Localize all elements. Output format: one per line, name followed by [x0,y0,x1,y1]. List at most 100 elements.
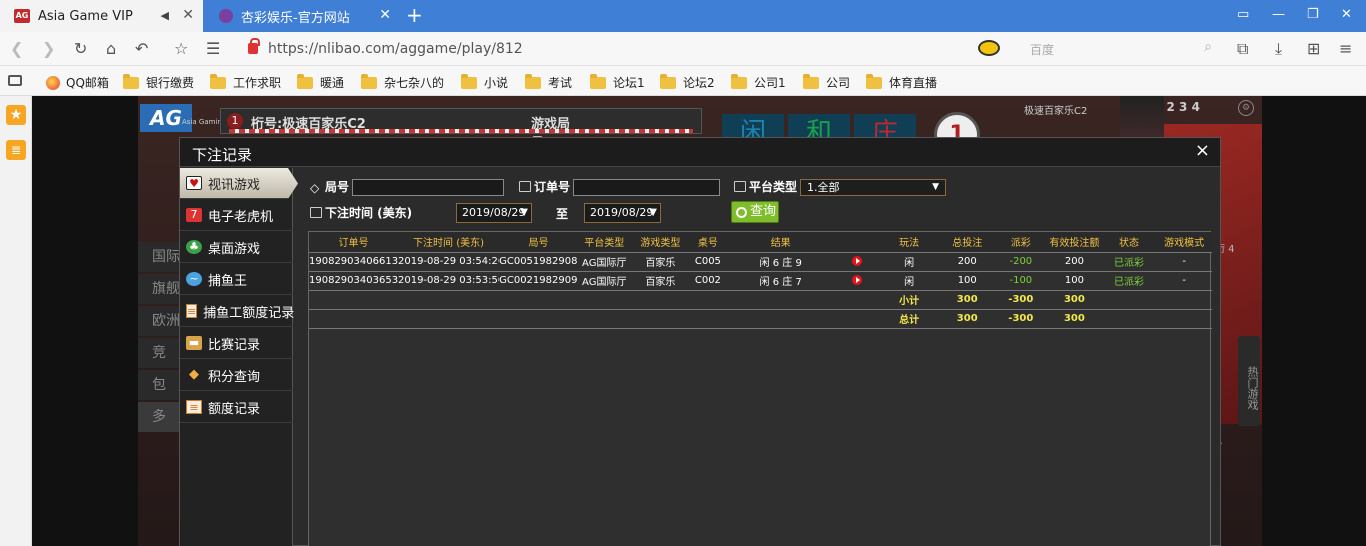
menu-icon[interactable]: ≡ [1339,39,1352,58]
download-icon[interactable]: ⤓ [1275,39,1282,59]
bookmark-company[interactable]: 公司 [803,73,850,91]
new-tab-icon[interactable]: + [406,4,423,26]
tab-list-icon[interactable]: ▭ [1237,7,1249,22]
extension-bee-icon[interactable] [978,40,1000,56]
menu-item-credit-records[interactable]: ≡ 额度记录 [180,392,293,423]
total-valid-bet: 300 [1047,309,1102,329]
bookmark-forum1[interactable]: 论坛1 [590,73,645,91]
tab-title: Asia Game VIP [38,8,133,24]
lobby-item[interactable]: 国际 [138,242,182,272]
reading-list-icon[interactable]: ☰ [206,39,220,58]
empty-cell [309,290,879,310]
search-icon[interactable]: ⌕ [1204,39,1212,55]
cell-game-type: 百家乐 [630,252,691,272]
menu-item-live-games[interactable]: ♥ 视讯游戏 [180,168,298,199]
menu-item-slots[interactable]: 7 电子老虎机 [180,200,293,231]
query-button[interactable]: 查询 [731,201,779,223]
address-bar[interactable]: https://nlibao.com/aggame/play/812 [242,36,972,62]
bookmark-sports-live[interactable]: 体育直播 [866,73,937,91]
apps-grid-icon[interactable]: ⊞ [1307,39,1320,58]
date-to-picker[interactable]: 2019/08/29 ▼ [584,203,661,223]
cell-payout: -200 [994,252,1048,272]
col-round-no: 局号 [499,232,578,253]
lobby-item[interactable]: 包 [138,370,182,400]
close-tab-icon[interactable]: ✕ [182,7,194,23]
favorite-star-icon[interactable]: ☆ [174,39,188,58]
restore-icon[interactable]: ❐ [1307,7,1319,22]
forward-icon[interactable]: ❯ [42,39,55,58]
cell-result: 闲 6 庄 7 [725,271,836,291]
bookmark-qq-mail[interactable]: QQ邮箱 [46,74,109,91]
menu-item-points-query[interactable]: ◆ 积分查询 [180,360,293,391]
order-input[interactable] [573,179,720,196]
close-dialog-button[interactable]: × [1195,141,1210,161]
tab-asia-game-vip[interactable]: AG Asia Game VIP ◀ ✕ [0,0,203,32]
record-content: ◇ 局号 订单号 平台类型 1.全部 ▼ 下注时间 (美东) 2019/08/29 ▼… [294,168,1220,546]
cell-bet-time: 2019-08-29 03:53:50 [397,271,500,291]
col-replay [835,232,879,253]
round-input[interactable] [352,179,504,196]
close-window-icon[interactable]: ✕ [1341,7,1352,22]
back-icon[interactable]: ❮ [10,39,23,58]
close-tab-icon[interactable]: ✕ [379,7,391,23]
bet-record-dialog: 下注记录 × ♥ 视讯游戏 7 电子老虎机 ♣ 桌面游戏 ~ 捕鱼王 ≡ 捕鱼工额度记录 … [179,137,1221,546]
col-order-no: 订单号 [309,232,398,253]
game-lobby-strip: 国际 旗舰 欧洲 竞 包 多 [138,152,182,546]
table-row[interactable]: 190829034036533 2019-08-29 03:53:50 GC00… [309,271,1212,291]
bookmark-misc[interactable]: 杂七杂八的 [361,73,444,91]
folder-icon [525,73,541,89]
menu-item-table-games[interactable]: ♣ 桌面游戏 [180,232,293,263]
subtotal-bet: 300 [939,290,995,310]
tab-xingcai[interactable]: 杏彩娱乐-官方网站 ✕ [205,0,400,32]
site-favicon [219,9,233,23]
folder-icon [461,73,477,89]
home-icon[interactable]: ⌂ [106,39,116,58]
minimize-icon[interactable]: — [1272,7,1285,22]
menu-item-fishing-credit-log[interactable]: ≡ 捕鱼工额度记录 [180,296,294,327]
col-game-type: 游戏类型 [630,232,691,253]
screenshot-icon[interactable]: ⧉ [1237,39,1248,59]
cell-total-bet: 100 [939,271,995,291]
hot-games-tab[interactable]: 热门游戏 [1238,336,1260,426]
sidebar-toggle-icon[interactable] [8,75,22,86]
lobby-item[interactable]: 竞 [138,338,182,368]
document-icon: ≡ [186,400,202,414]
bookmark-hvac[interactable]: 暖通 [297,73,344,91]
cell-table-no: C002 [690,271,726,291]
bookmark-exams[interactable]: 考试 [525,73,572,91]
col-payout: 派彩 [994,232,1048,253]
bookmark-forum2[interactable]: 论坛2 [660,73,715,91]
cell-game-mode: - [1156,271,1212,291]
folder-icon [210,73,226,89]
play-replay-icon[interactable] [852,255,863,266]
mute-icon[interactable]: ◀ [161,9,169,22]
cards-icon: ♥ [186,176,202,190]
undo-icon[interactable]: ↶ [135,39,148,58]
play-replay-icon[interactable] [852,274,863,285]
bookmark-company1[interactable]: 公司1 [731,73,786,91]
reload-icon[interactable]: ↻ [74,39,87,58]
menu-item-match-records[interactable]: ▬ 比赛记录 [180,328,293,359]
search-icon [736,206,747,218]
table-row[interactable]: 190829034066135 2019-08-29 03:54:26 GC00… [309,252,1212,272]
to-label: 至 [556,207,569,221]
lobby-item[interactable]: 欧洲 [138,306,182,336]
bookmark-jobs[interactable]: 工作求职 [210,73,281,91]
cell-status: 已派彩 [1101,271,1157,291]
platform-select[interactable]: 1.全部 ▼ [800,179,946,196]
lobby-item[interactable]: 旗舰 [138,274,182,304]
folder-icon [731,73,747,89]
url-text[interactable]: https://nlibao.com/aggame/play/812 [268,41,523,57]
favorites-icon[interactable]: ★ [6,105,26,125]
lobby-item[interactable]: 多 [138,402,182,432]
notes-icon[interactable]: ≣ [6,140,26,160]
settings-icon[interactable]: ⚙ [1238,100,1254,116]
bookmark-novels[interactable]: 小说 [461,73,508,91]
lock-icon [248,38,260,54]
menu-item-fishing-king[interactable]: ~ 捕鱼王 [180,264,293,295]
bookmark-bar: QQ邮箱 银行缴费 工作求职 暖通 杂七杂八的 小说 考试 论坛1 论坛2 公司… [0,66,1366,96]
bookmark-bank[interactable]: 银行缴费 [123,73,194,91]
date-from-picker[interactable]: 2019/08/29 ▼ [456,203,532,223]
search-box[interactable]: 百度 ⌕ [1020,37,1220,61]
cell-platform: AG国际厅 [577,271,631,291]
